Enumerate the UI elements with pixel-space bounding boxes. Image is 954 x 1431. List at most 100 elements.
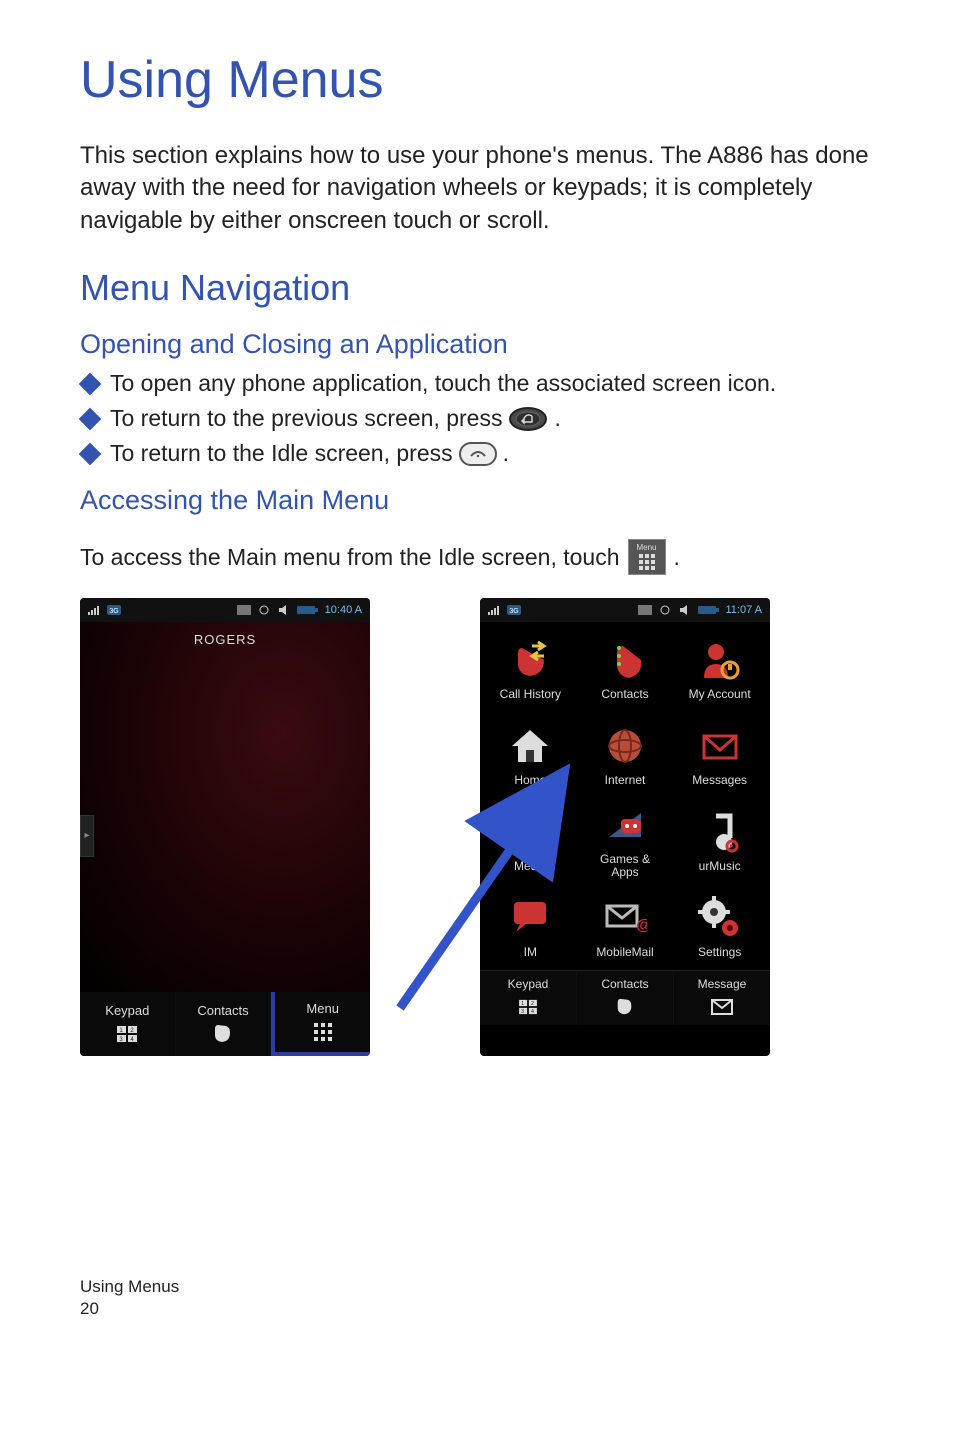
menu-item-call-history[interactable]: Call History <box>484 628 577 710</box>
carrier-label: ROGERS <box>80 632 370 647</box>
softkey-message[interactable]: Message <box>674 971 770 1025</box>
bullet-text: To return to the Idle screen, press <box>110 440 453 467</box>
bullet-icon <box>79 372 102 395</box>
bullet-text: To return to the previous screen, press <box>110 405 502 432</box>
profile-icon <box>237 605 251 615</box>
back-button-icon <box>508 406 548 432</box>
end-button-icon <box>459 442 497 466</box>
sound-icon <box>277 605 291 615</box>
period: . <box>554 405 560 432</box>
section-heading: Menu Navigation <box>80 267 874 309</box>
keypad-icon: 1 2 3 4 <box>516 995 540 1019</box>
subsection-accessing-main-menu: Accessing the Main Menu <box>80 485 874 516</box>
menu-label: Games & Apps <box>600 853 650 879</box>
softkey-keypad[interactable]: Keypad 1234 <box>80 992 176 1056</box>
svg-text:1: 1 <box>521 1001 524 1007</box>
sound-icon <box>678 605 692 615</box>
menu-softkey-icon: Menu <box>628 539 666 575</box>
menu-item-media[interactable]: Media <box>484 800 577 882</box>
home-icon <box>508 724 552 768</box>
menu-item-messages[interactable]: Messages <box>673 714 766 796</box>
menu-item-home[interactable]: Home <box>484 714 577 796</box>
menu-item-settings[interactable]: Settings <box>673 886 766 968</box>
menu-label: Call History <box>500 688 561 701</box>
menu-item-contacts[interactable]: Contacts <box>579 628 672 710</box>
menu-item-my-account[interactable]: My Account <box>673 628 766 710</box>
bullet-open-app: To open any phone application, touch the… <box>80 370 874 397</box>
message-icon <box>710 995 734 1019</box>
softkey-label: Message <box>698 977 747 991</box>
signal-icon <box>88 605 102 615</box>
settings-icon <box>698 896 742 940</box>
menu-label: Media <box>514 860 547 873</box>
3g-icon: 3G <box>507 605 521 615</box>
alarm-icon <box>257 605 271 615</box>
menu-label: Home <box>514 774 546 787</box>
footer-section: Using Menus <box>80 1276 179 1298</box>
bullet-return-idle: To return to the Idle screen, press . <box>80 440 874 467</box>
menu-item-urmusic[interactable]: urMusic <box>673 800 766 882</box>
call-history-icon <box>508 638 552 682</box>
keypad-icon: 1234 <box>115 1022 139 1046</box>
alarm-icon <box>658 605 672 615</box>
grid-icon <box>639 554 655 570</box>
softkey-contacts[interactable]: Contacts <box>176 992 272 1056</box>
softkey-keypad[interactable]: Keypad 1 2 3 4 <box>480 971 577 1025</box>
contacts-icon <box>211 1022 235 1046</box>
widget-tray-handle[interactable]: ▸ <box>80 815 94 857</box>
softkey-label: Keypad <box>105 1003 149 1018</box>
menu-label: urMusic <box>699 860 741 873</box>
menu-item-mobilemail[interactable]: @ MobileMail <box>579 886 672 968</box>
urmusic-icon <box>698 810 742 854</box>
menu-label: Contacts <box>601 688 648 701</box>
main-menu-grid: Call History Contacts My Account Home <box>484 628 766 968</box>
menu-chip-label: Menu <box>636 544 656 552</box>
menu-label: Internet <box>605 774 646 787</box>
battery-icon <box>698 605 720 615</box>
bullet-icon <box>79 407 102 430</box>
media-icon <box>508 810 552 854</box>
messages-icon <box>698 724 742 768</box>
period: . <box>503 440 509 467</box>
svg-text:3G: 3G <box>109 608 118 615</box>
menu-label: My Account <box>689 688 751 701</box>
my-account-icon <box>698 638 742 682</box>
internet-icon <box>603 724 647 768</box>
bullet-icon <box>79 442 102 465</box>
softkey-menu-highlighted[interactable]: Menu <box>271 988 370 1056</box>
menu-label: Messages <box>692 774 747 787</box>
access-text: To access the Main menu from the Idle sc… <box>80 542 620 573</box>
intro-text: This section explains how to use your ph… <box>80 140 874 237</box>
softkey-label: Keypad <box>508 977 549 991</box>
idle-wallpaper: ROGERS ▸ <box>80 622 370 992</box>
profile-icon <box>638 605 652 615</box>
3g-icon: 3G <box>107 605 121 615</box>
svg-text:3: 3 <box>521 1009 524 1015</box>
page-title: Using Menus <box>80 50 874 110</box>
menu-grid-icon <box>311 1020 335 1044</box>
menu-item-games-apps[interactable]: Games & Apps <box>579 800 672 882</box>
bullet-text: To open any phone application, touch the… <box>110 370 776 397</box>
access-main-menu-text: To access the Main menu from the Idle sc… <box>80 539 874 575</box>
svg-text:2: 2 <box>531 1001 534 1007</box>
menu-item-internet[interactable]: Internet <box>579 714 672 796</box>
svg-text:4: 4 <box>531 1009 534 1015</box>
contacts-icon <box>603 638 647 682</box>
subsection-opening-closing: Opening and Closing an Application <box>80 329 874 360</box>
menu-label: IM <box>524 946 537 959</box>
footer-page-number: 20 <box>80 1298 179 1320</box>
menu-item-im[interactable]: IM <box>484 886 577 968</box>
mobilemail-icon: @ <box>603 896 647 940</box>
status-time: 11:07 A <box>726 604 763 616</box>
battery-icon <box>297 605 319 615</box>
main-menu-screenshot: 3G 11:07 A Call History <box>480 598 770 1056</box>
status-bar: 3G 11:07 A <box>480 598 770 622</box>
softkey-contacts[interactable]: Contacts <box>577 971 674 1025</box>
menu-label: Settings <box>698 946 741 959</box>
menu-label: MobileMail <box>596 946 653 959</box>
contacts-icon <box>613 995 637 1019</box>
im-icon <box>508 896 552 940</box>
status-time: 10:40 A <box>325 604 362 616</box>
softkey-label: Menu <box>306 1001 339 1016</box>
status-bar: 3G 10:40 A <box>80 598 370 622</box>
